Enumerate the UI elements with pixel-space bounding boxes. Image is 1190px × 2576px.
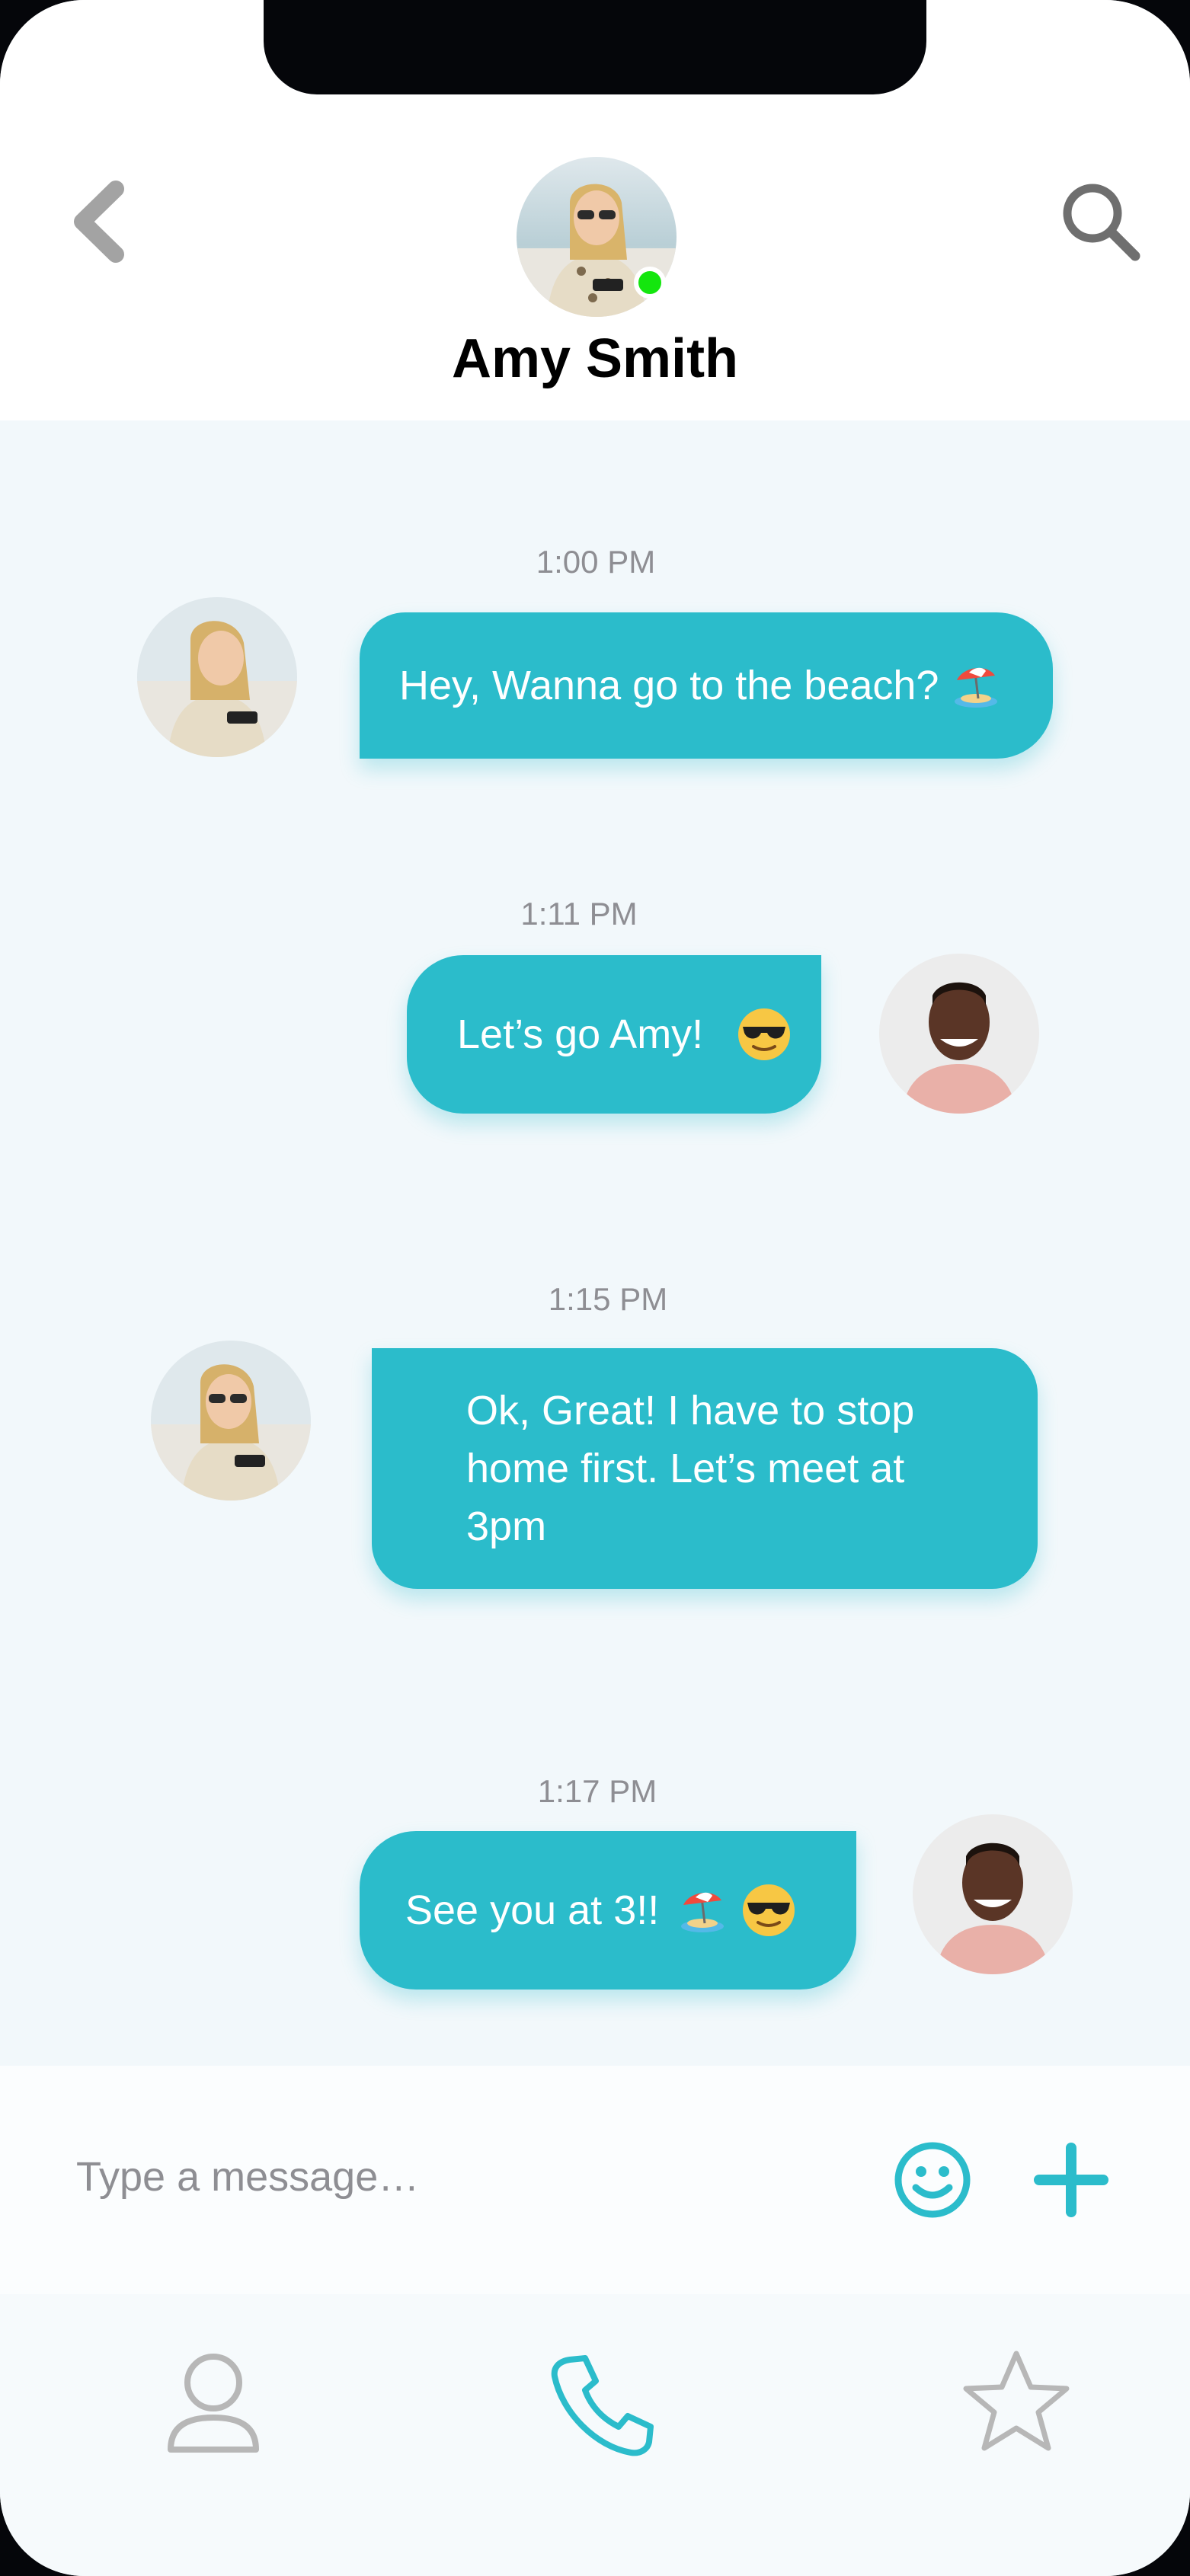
- my-avatar[interactable]: [913, 1814, 1073, 1974]
- contact-avatar-small[interactable]: [151, 1341, 311, 1501]
- message-bubble-received[interactable]: Ok, Great! I have to stop home first. Le…: [372, 1348, 1038, 1589]
- search-button[interactable]: [1059, 180, 1143, 264]
- message-text: See you at 3!!: [405, 1887, 660, 1933]
- beach-umbrella-icon: [955, 667, 998, 708]
- message-bubble-received[interactable]: Hey, Wanna go to the beach?: [360, 612, 1053, 759]
- back-button[interactable]: [69, 180, 130, 264]
- tab-bar: [0, 2300, 1190, 2576]
- device-notch: [264, 0, 926, 94]
- star-icon: [963, 2351, 1070, 2451]
- person-icon: [168, 2354, 259, 2453]
- sunglasses-face-icon: [743, 1884, 795, 1936]
- message-text: Hey, Wanna go to the beach?: [399, 663, 939, 708]
- phone-icon: [551, 2355, 654, 2456]
- message-text: Ok, Great! I have to stop home first. Le…: [466, 1388, 915, 1549]
- sunglasses-face-icon: [738, 1008, 791, 1060]
- tab-calls[interactable]: [541, 2343, 663, 2465]
- plus-icon: [1034, 2143, 1108, 2217]
- emoji-button[interactable]: [893, 2140, 972, 2220]
- message-input[interactable]: [76, 2139, 838, 2215]
- message-text: Let’s go Amy!: [457, 1012, 704, 1057]
- tab-profile[interactable]: [152, 2343, 274, 2465]
- tab-favorites[interactable]: [955, 2343, 1077, 2465]
- message-time: 1:17 PM: [537, 1773, 657, 1809]
- chevron-left-icon: [74, 181, 124, 263]
- online-status-dot: [634, 267, 666, 299]
- message-time: 1:15 PM: [548, 1281, 668, 1317]
- contact-name: Amy Smith: [451, 328, 739, 389]
- message-time: 1:11 PM: [520, 896, 638, 932]
- beach-umbrella-icon: [681, 1892, 725, 1932]
- message-bubble-sent[interactable]: See you at 3!!: [360, 1831, 856, 1990]
- message-bubble-sent[interactable]: Let’s go Amy!: [407, 955, 821, 1114]
- add-attachment-button[interactable]: [1033, 2142, 1109, 2218]
- smiley-icon: [894, 2142, 971, 2218]
- search-icon: [1063, 184, 1140, 261]
- message-list[interactable]: 1:00 PM Hey, Wanna go to the beach? 1:11…: [0, 420, 1190, 2066]
- message-composer: [0, 2066, 1190, 2294]
- my-avatar[interactable]: [879, 954, 1039, 1114]
- message-time: 1:00 PM: [536, 544, 656, 580]
- contact-avatar-small[interactable]: [137, 597, 297, 757]
- phone-screen: Amy Smith 1:00 PM Hey, Wanna go to the b…: [0, 0, 1190, 2576]
